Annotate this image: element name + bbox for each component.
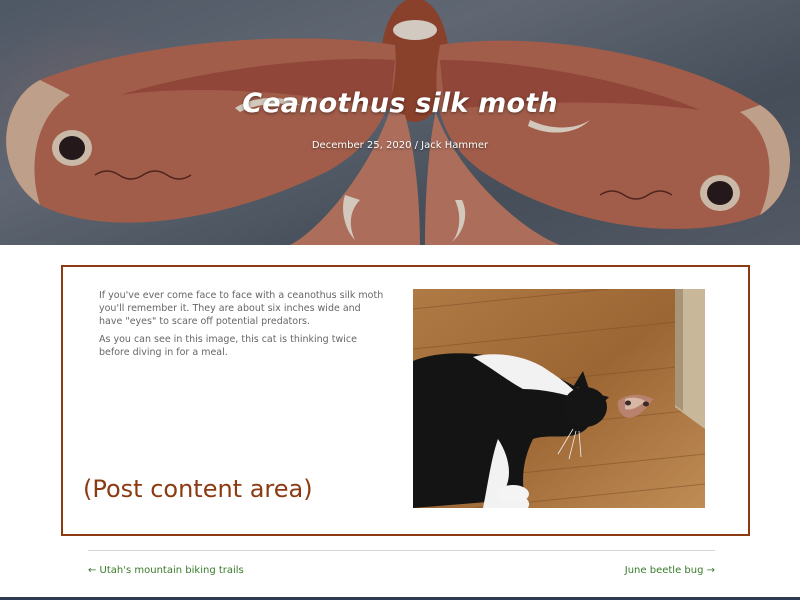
hero-header: Ceanothus silk moth December 25, 2020 / … bbox=[0, 0, 800, 245]
post-content-area: If you've ever come face to face with a … bbox=[61, 265, 750, 536]
post-author-link[interactable]: Jack Hammer bbox=[421, 140, 488, 151]
post-paragraph-1: If you've ever come face to face with a … bbox=[99, 290, 384, 327]
post-meta: December 25, 2020 / Jack Hammer bbox=[0, 140, 800, 151]
post-title: Ceanothus silk moth bbox=[242, 88, 558, 119]
post-body: If you've ever come face to face with a … bbox=[99, 289, 384, 364]
next-post-link[interactable]: June beetle bug → bbox=[625, 565, 715, 576]
post-image-cat-and-moth bbox=[413, 289, 705, 508]
previous-post-link[interactable]: ← Utah's mountain biking trails bbox=[88, 565, 244, 576]
post-content-area-label: (Post content area) bbox=[83, 475, 313, 503]
meta-separator: / bbox=[411, 140, 422, 151]
post-paragraph-2: As you can see in this image, this cat i… bbox=[99, 334, 357, 358]
hero-overlay bbox=[0, 0, 800, 245]
post-date-link[interactable]: December 25, 2020 bbox=[312, 140, 412, 151]
post-navigation: ← Utah's mountain biking trails June bee… bbox=[88, 550, 715, 580]
